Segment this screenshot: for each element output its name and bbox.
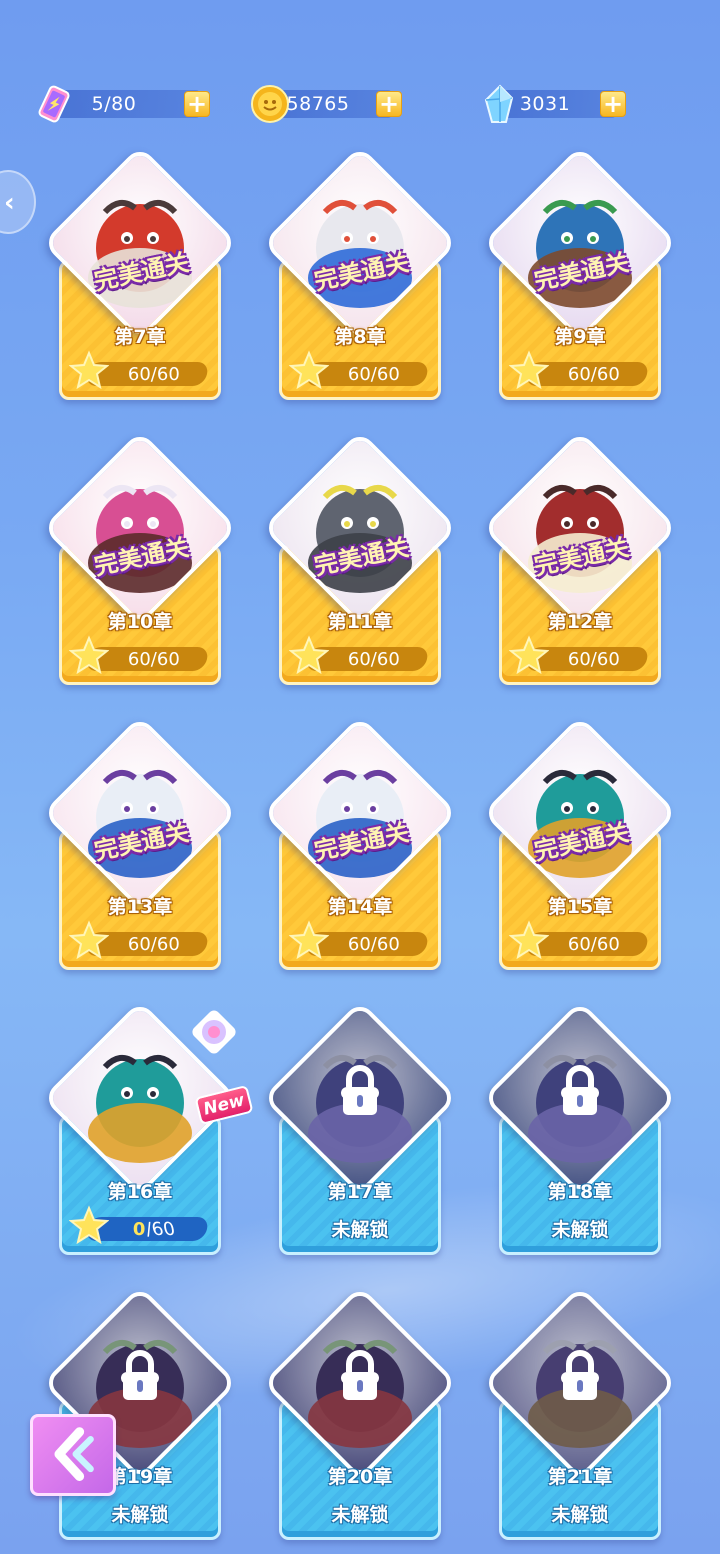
chapter-title: 第10章	[107, 611, 173, 633]
locked-label: 未解锁	[331, 1504, 389, 1526]
chapter-title: 第9章	[554, 326, 606, 348]
chapter-card: 第20章未解锁	[262, 1285, 458, 1540]
chapter-card[interactable]: 完美通关 第10章 60/60	[42, 430, 238, 685]
chapter-title: 第13章	[107, 896, 173, 918]
add-coins-button[interactable]: +	[376, 91, 402, 117]
reward-gem-icon	[192, 1010, 236, 1054]
add-gems-button[interactable]: +	[600, 91, 626, 117]
crystal-icon	[484, 84, 514, 123]
lock-icon	[123, 1350, 157, 1400]
star-progress-text: 60/60	[128, 933, 180, 955]
chapter-card: 第18章未解锁	[482, 1000, 678, 1255]
chevron-left-icon: ‹	[4, 188, 15, 218]
add-energy-button[interactable]: +	[184, 91, 210, 117]
chapter-card[interactable]: 完美通关 第15章 60/60	[482, 715, 678, 970]
lock-icon	[563, 1350, 597, 1400]
star-icon	[289, 635, 329, 675]
star-progress-text: 60/60	[128, 648, 180, 670]
chapter-title: 第12章	[547, 611, 613, 633]
energy-scroll-icon	[38, 85, 70, 123]
star-progress-text: 0/60	[133, 1218, 177, 1240]
star-icon	[69, 1205, 109, 1245]
chapter-card[interactable]: 第16章 0/60 New	[42, 1000, 254, 1255]
star-progress-text: 60/60	[568, 648, 620, 670]
star-icon	[509, 635, 549, 675]
star-icon	[69, 350, 109, 390]
star-progress-text: 60/60	[128, 363, 180, 385]
locked-label: 未解锁	[551, 1219, 609, 1241]
chapter-card[interactable]: 完美通关 第8章 60/60	[262, 145, 458, 400]
chapter-card: 第17章未解锁	[262, 1000, 458, 1255]
chapter-title: 第21章	[547, 1466, 613, 1488]
star-icon	[509, 920, 549, 960]
chapter-card: 第21章未解锁	[482, 1285, 678, 1540]
star-progress-text: 60/60	[348, 363, 400, 385]
chapter-card[interactable]: 完美通关 第9章 60/60	[482, 145, 678, 400]
chapter-card[interactable]: 完美通关 第11章 60/60	[262, 430, 458, 685]
locked-label: 未解锁	[551, 1504, 609, 1526]
chapter-title: 第8章	[334, 326, 386, 348]
star-icon	[289, 350, 329, 390]
chapter-title: 第20章	[327, 1466, 393, 1488]
star-progress-text: 60/60	[348, 933, 400, 955]
chapter-title: 第11章	[327, 611, 393, 633]
chapter-card[interactable]: 完美通关 第13章 60/60	[42, 715, 238, 970]
lock-icon	[343, 1350, 377, 1400]
star-icon	[69, 920, 109, 960]
side-drawer-tab[interactable]: ‹	[0, 170, 36, 234]
stars-total: /60	[143, 1218, 177, 1240]
lock-icon	[563, 1065, 597, 1115]
locked-label: 未解锁	[331, 1219, 389, 1241]
chapter-card[interactable]: 完美通关 第12章 60/60	[482, 430, 678, 685]
star-progress-text: 60/60	[568, 933, 620, 955]
chapter-card[interactable]: 完美通关 第14章 60/60	[262, 715, 458, 970]
coin-icon	[251, 85, 289, 123]
star-icon	[69, 635, 109, 675]
star-progress-text: 60/60	[568, 363, 620, 385]
lock-icon	[343, 1065, 377, 1115]
chapter-title: 第15章	[547, 896, 613, 918]
resource-bar: 5/80 + 58765 + 3031 +	[0, 80, 720, 130]
star-progress-text: 60/60	[348, 648, 400, 670]
chapter-title: 第16章	[107, 1181, 173, 1203]
chapter-title: 第7章	[114, 326, 166, 348]
chapter-title: 第17章	[327, 1181, 393, 1203]
star-icon	[289, 920, 329, 960]
chapter-card[interactable]: 完美通关 第7章 60/60	[42, 145, 238, 400]
star-icon	[509, 350, 549, 390]
locked-label: 未解锁	[111, 1504, 169, 1526]
back-button[interactable]	[30, 1414, 116, 1496]
back-arrow-icon	[54, 1427, 94, 1481]
chapter-title: 第18章	[547, 1181, 613, 1203]
chapter-title: 第14章	[327, 896, 393, 918]
